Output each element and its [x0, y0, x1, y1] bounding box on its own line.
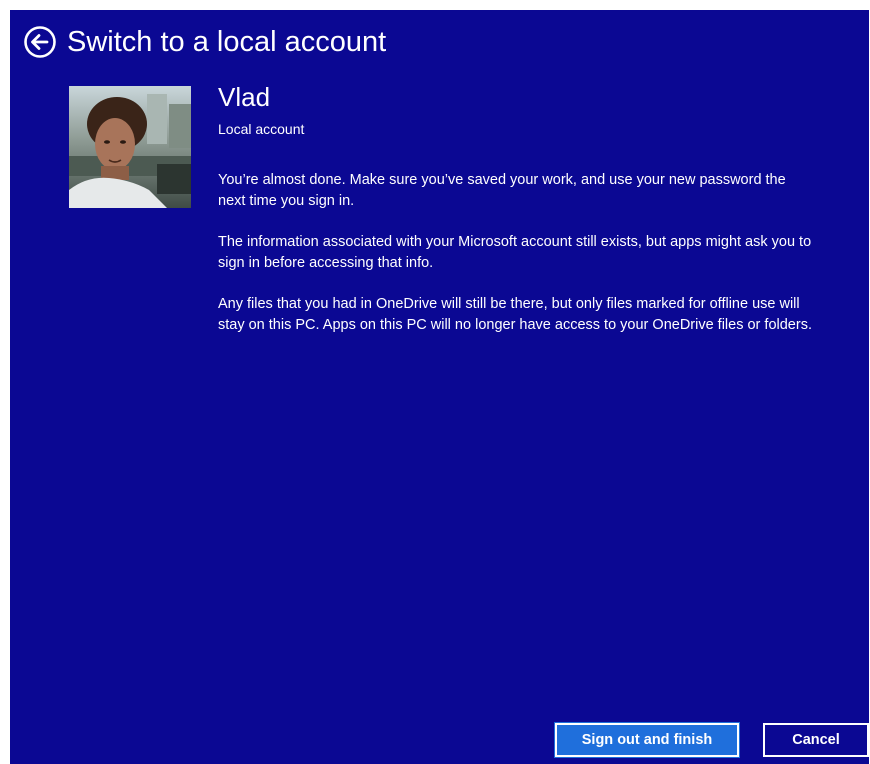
avatar: [69, 86, 191, 208]
back-arrow-icon[interactable]: [23, 25, 57, 59]
content-area: Vlad Local account You’re almost done. M…: [218, 82, 818, 336]
user-name: Vlad: [218, 82, 271, 112]
page-title: Switch to a local account: [67, 26, 387, 58]
message-microsoft-account-info: The information associated with your Mic…: [218, 234, 812, 271]
sign-out-and-finish-button[interactable]: Sign out and finish: [554, 722, 740, 758]
switch-local-account-dialog: Switch to a local account Vlad Local acc…: [10, 10, 869, 764]
message-almost-done: You’re almost done. Make sure you’ve sav…: [218, 172, 786, 209]
message-onedrive-files: Any files that you had in OneDrive will …: [218, 296, 812, 333]
cancel-button[interactable]: Cancel: [763, 723, 869, 757]
account-type-label: Local account: [218, 121, 305, 137]
page-header: Switch to a local account: [23, 24, 386, 60]
